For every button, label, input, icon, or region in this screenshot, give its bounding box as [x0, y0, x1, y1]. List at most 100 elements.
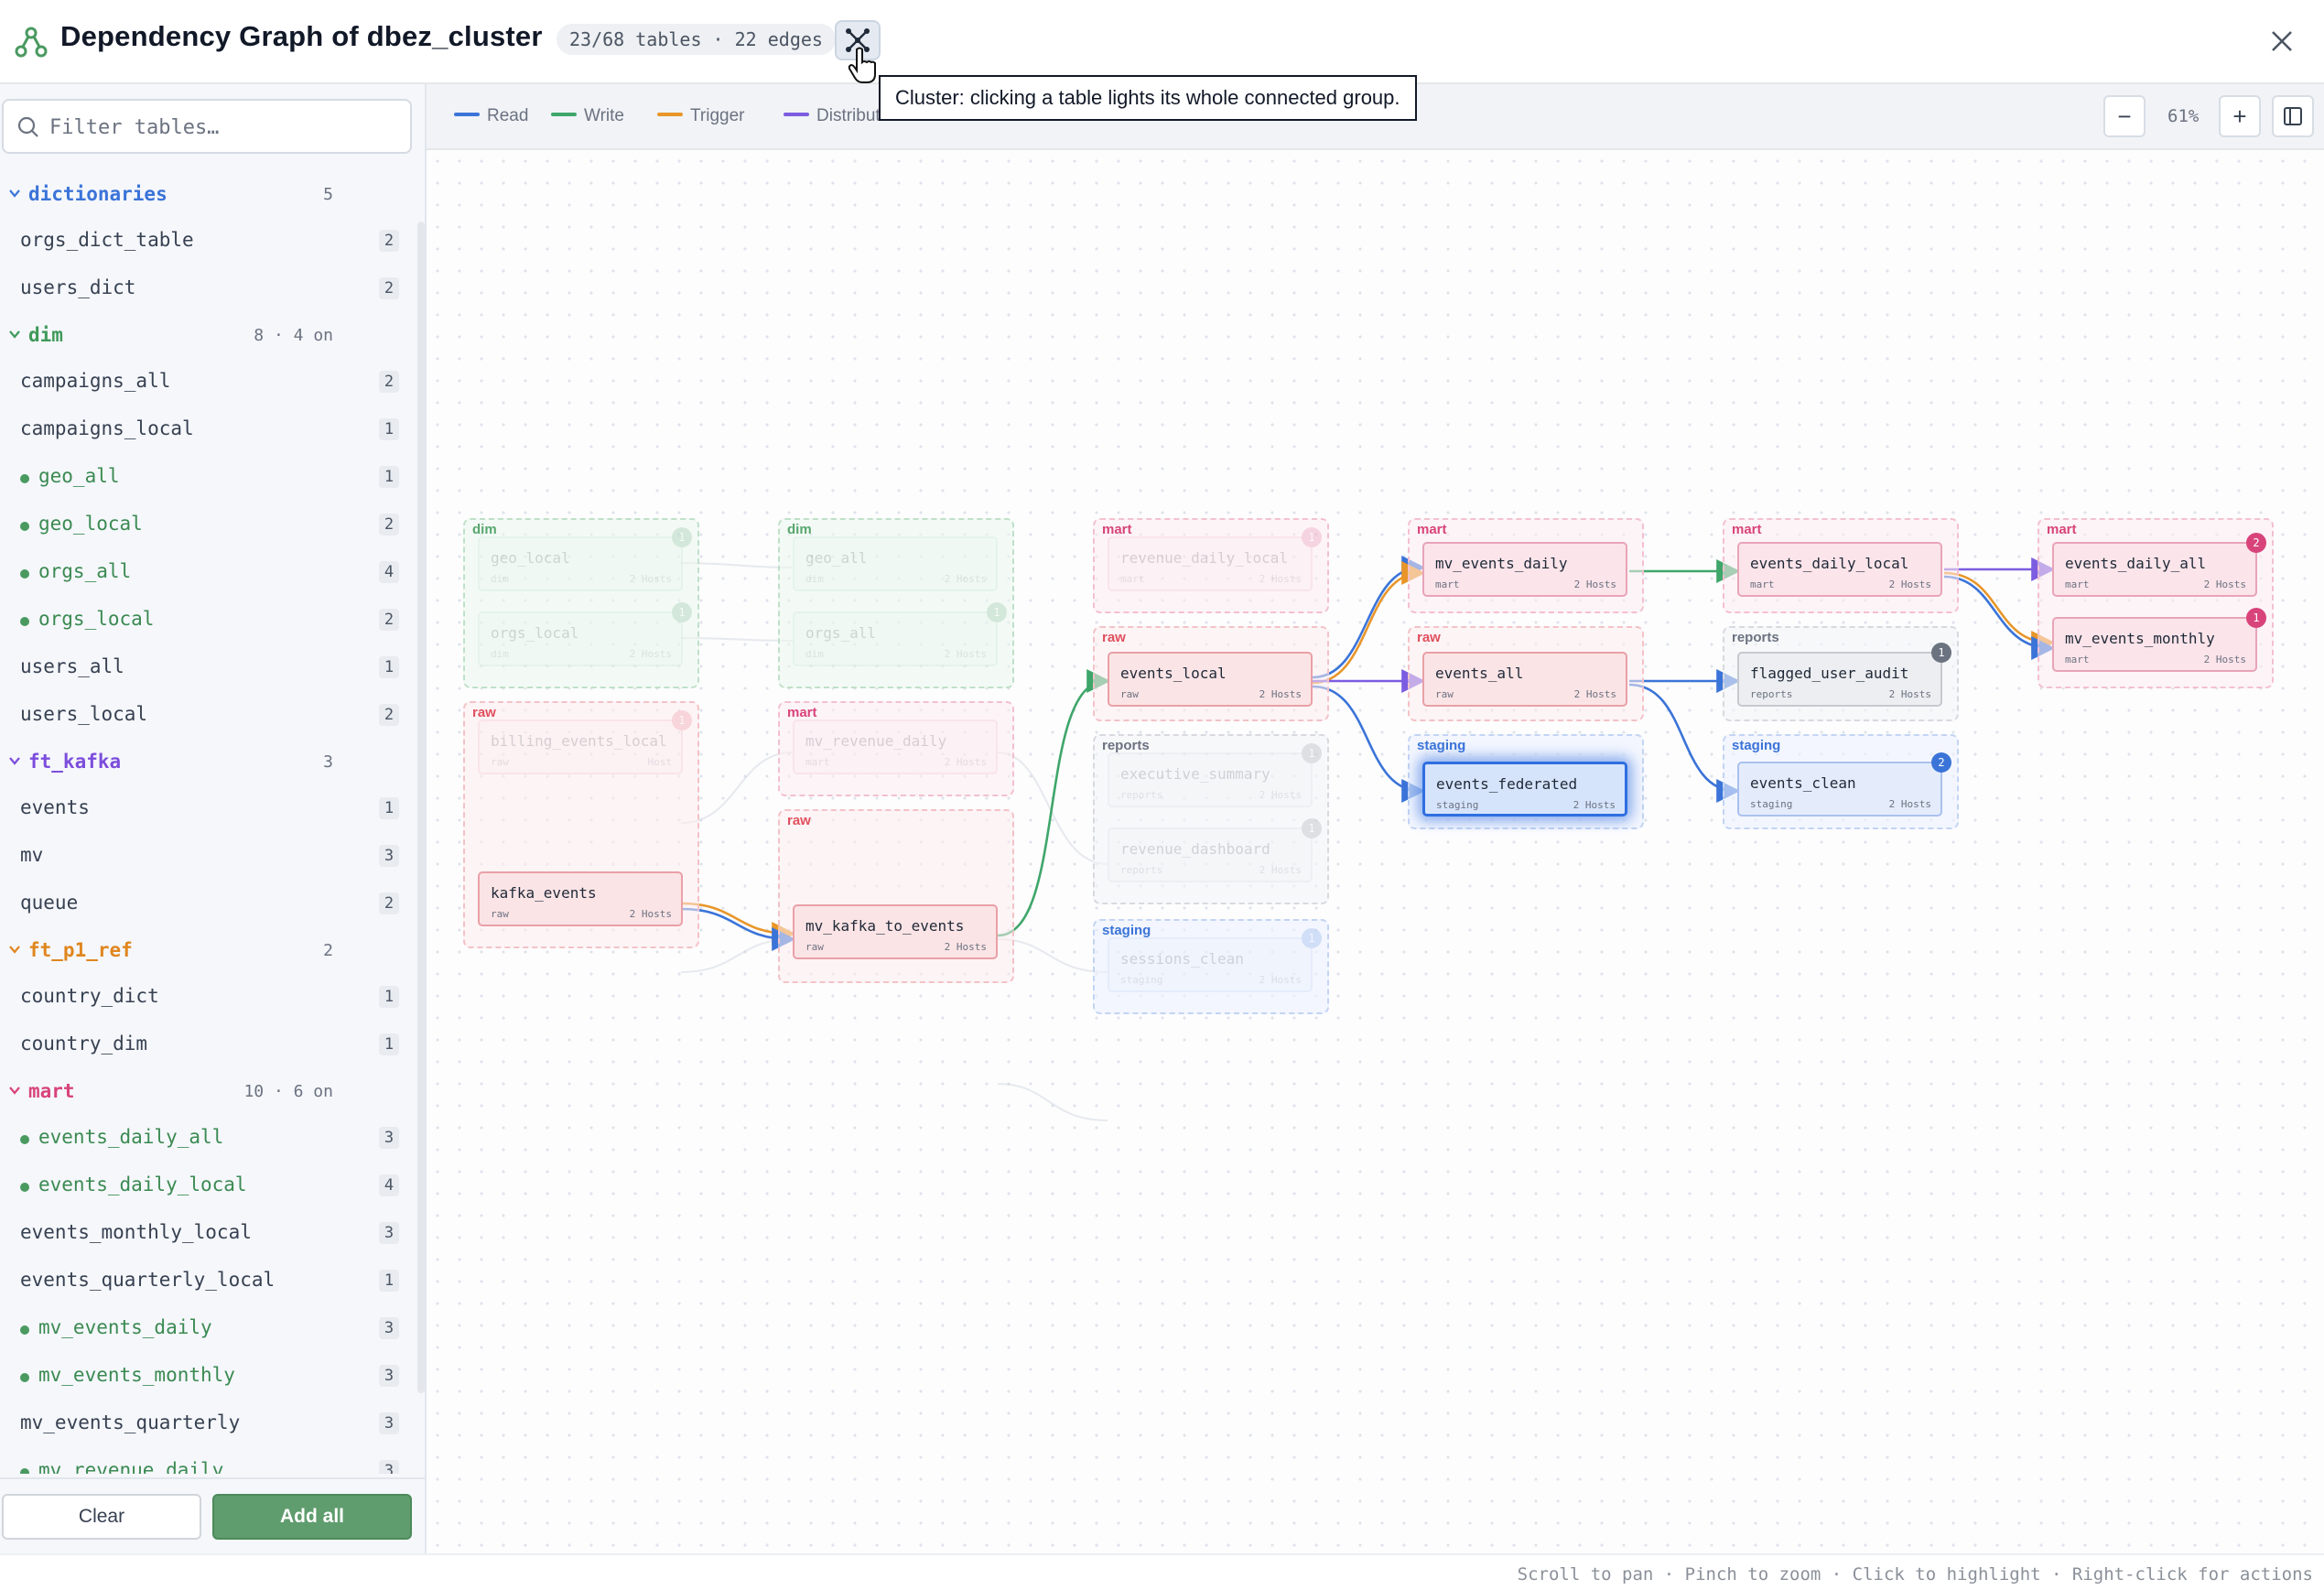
zoom-level: 61%	[2167, 106, 2200, 126]
node-badge: 1	[672, 602, 692, 622]
active-dot-icon	[20, 569, 29, 579]
table-node[interactable]: sessions_clean staging 2 Hosts 1	[1108, 928, 1322, 992]
dependency-count: 2	[379, 892, 399, 914]
table-list-item[interactable]: events_daily_local 4	[0, 1163, 416, 1210]
faded-edge	[997, 938, 1108, 973]
node-badge: 1	[1931, 643, 1951, 663]
dependency-count: 4	[379, 1174, 399, 1196]
table-list-item[interactable]: queue 2	[0, 881, 416, 928]
table-node-mv-kafka-to-events[interactable]: mv_kafka_to_events raw 2 Hosts	[793, 904, 998, 959]
table-node[interactable]: mv_revenue_daily mart 2 Hosts	[793, 719, 998, 774]
table-node[interactable]: geo_all dim 2 Hosts	[793, 536, 998, 591]
close-button[interactable]	[2259, 18, 2305, 64]
table-node-events-daily-all[interactable]: events_daily_all mart 2 Hosts 2	[2052, 533, 2266, 597]
table-node[interactable]: geo_local dim 2 Hosts 1	[478, 527, 692, 591]
dependency-count: 3	[379, 1317, 399, 1339]
table-list-item[interactable]: geo_local 2	[0, 502, 416, 549]
dependency-count: 3	[379, 1365, 399, 1387]
node-badge: 1	[1302, 527, 1322, 547]
table-list-item[interactable]: country_dim 1	[0, 1022, 416, 1069]
dependency-count: 3	[379, 1412, 399, 1434]
legend-read: Read	[454, 106, 528, 126]
dependency-count: 2	[379, 609, 399, 631]
table-list-item[interactable]: country_dict 1	[0, 974, 416, 1022]
chevron-down-icon	[9, 330, 20, 339]
sidebar-scrollbar[interactable]	[417, 222, 425, 1393]
table-node-events-federated[interactable]: events_federated staging 2 Hosts	[1422, 762, 1627, 817]
table-node[interactable]: revenue_daily_local mart 2 Hosts 1	[1108, 527, 1322, 591]
table-node[interactable]: executive_summary reports 2 Hosts 1	[1108, 743, 1322, 807]
table-list-item[interactable]: mv_events_quarterly 3	[0, 1401, 416, 1448]
dependency-count: 4	[379, 561, 399, 583]
graph-canvas[interactable]: Read Write Trigger Distributed − 61% + d…	[427, 84, 2324, 1553]
dependency-count: 3	[379, 1460, 399, 1474]
dependency-count: 2	[379, 230, 399, 252]
add-all-button[interactable]: Add all	[212, 1494, 412, 1540]
table-list-item[interactable]: orgs_all 4	[0, 549, 416, 597]
table-node[interactable]: orgs_all dim 2 Hosts 1	[793, 602, 1007, 666]
table-list-item[interactable]: events_daily_all 3	[0, 1115, 416, 1163]
dependency-count: 1	[379, 466, 399, 488]
table-node-events-daily-local[interactable]: events_daily_local mart 2 Hosts	[1737, 542, 1942, 597]
filter-input[interactable]	[49, 110, 397, 145]
dependency-count: 3	[379, 1127, 399, 1149]
active-dot-icon	[20, 522, 29, 531]
faded-edge	[997, 1083, 1108, 1121]
table-node[interactable]: revenue_dashboard reports 2 Hosts 1	[1108, 818, 1322, 882]
table-node-kafka-events[interactable]: kafka_events raw 2 Hosts	[478, 871, 683, 926]
chevron-down-icon	[9, 757, 20, 765]
zoom-in-button[interactable]: +	[2219, 95, 2261, 137]
table-list-item[interactable]: mv_events_monthly 3	[0, 1353, 416, 1401]
cluster-tooltip: Cluster: clicking a table lights its who…	[879, 75, 1417, 121]
table-list-item[interactable]: events 1	[0, 785, 416, 833]
table-list-item[interactable]: events_quarterly_local 1	[0, 1258, 416, 1305]
active-dot-icon	[20, 474, 29, 483]
clear-button[interactable]: Clear	[2, 1494, 201, 1540]
group-mart[interactable]: mart 10 · 6 on	[0, 1069, 416, 1115]
dependency-count: 2	[379, 704, 399, 726]
graph-logo-icon	[15, 27, 48, 58]
sidebar: dictionaries5orgs_dict_table2users_dict2…	[0, 84, 427, 1553]
dependency-count: 2	[379, 514, 399, 535]
table-node-flagged-user-audit[interactable]: flagged_user_audit reports 2 Hosts 1	[1737, 643, 1951, 707]
edge-read	[1943, 575, 2056, 660]
node-badge: 1	[2246, 608, 2266, 628]
table-node-events-all[interactable]: events_all raw 2 Hosts	[1422, 652, 1627, 707]
table-list-item[interactable]: mv 3	[0, 833, 416, 881]
table-list-item[interactable]: users_all 1	[0, 644, 416, 692]
node-badge: 1	[672, 710, 692, 730]
table-node-events-clean[interactable]: events_clean staging 2 Hosts 2	[1737, 752, 1951, 817]
fit-view-button[interactable]	[2272, 95, 2314, 137]
group-ft-p1-ref[interactable]: ft_p1_ref 2	[0, 928, 416, 974]
group-dictionaries[interactable]: dictionaries 5	[0, 172, 416, 218]
table-list-item[interactable]: users_local 2	[0, 692, 416, 740]
close-icon	[2272, 31, 2292, 51]
table-list-item[interactable]: orgs_dict_table 2	[0, 218, 416, 265]
table-node-events-local[interactable]: events_local raw 2 Hosts	[1108, 652, 1313, 707]
zoom-out-button[interactable]: −	[2103, 95, 2146, 137]
sidebar-footer: Clear Add all	[0, 1477, 425, 1553]
group-dim[interactable]: dim 8 · 4 on	[0, 313, 416, 359]
dependency-count: 3	[379, 1222, 399, 1244]
table-list-item[interactable]: mv_events_daily 3	[0, 1305, 416, 1353]
legend-write: Write	[551, 106, 624, 126]
table-list-item[interactable]: orgs_local 2	[0, 597, 416, 644]
node-badge: 1	[987, 602, 1007, 622]
table-list-item[interactable]: users_dict 2	[0, 265, 416, 313]
fit-view-icon	[2284, 107, 2302, 125]
dependency-count: 1	[379, 418, 399, 440]
dependency-count: 1	[379, 986, 399, 1008]
table-list-item[interactable]: geo_all 1	[0, 454, 416, 502]
table-node-mv-events-daily[interactable]: mv_events_daily mart 2 Hosts	[1422, 542, 1627, 597]
table-list-item[interactable]: events_monthly_local 3	[0, 1210, 416, 1258]
table-list-item[interactable]: mv_revenue_daily 3	[0, 1448, 416, 1474]
dependency-count: 1	[379, 797, 399, 819]
table-node[interactable]: orgs_local dim 2 Hosts 1	[478, 602, 692, 666]
group-ft-kafka[interactable]: ft_kafka 3	[0, 740, 416, 785]
chevron-down-icon	[9, 1087, 20, 1095]
legend-write-swatch	[551, 113, 577, 117]
table-node-mv-events-monthly[interactable]: mv_events_monthly mart 2 Hosts 1	[2052, 608, 2266, 672]
table-node[interactable]: billing_events_local raw Host 1	[478, 710, 692, 774]
table-list-item[interactable]: campaigns_local 1	[0, 406, 416, 454]
table-list-item[interactable]: campaigns_all 2	[0, 359, 416, 406]
